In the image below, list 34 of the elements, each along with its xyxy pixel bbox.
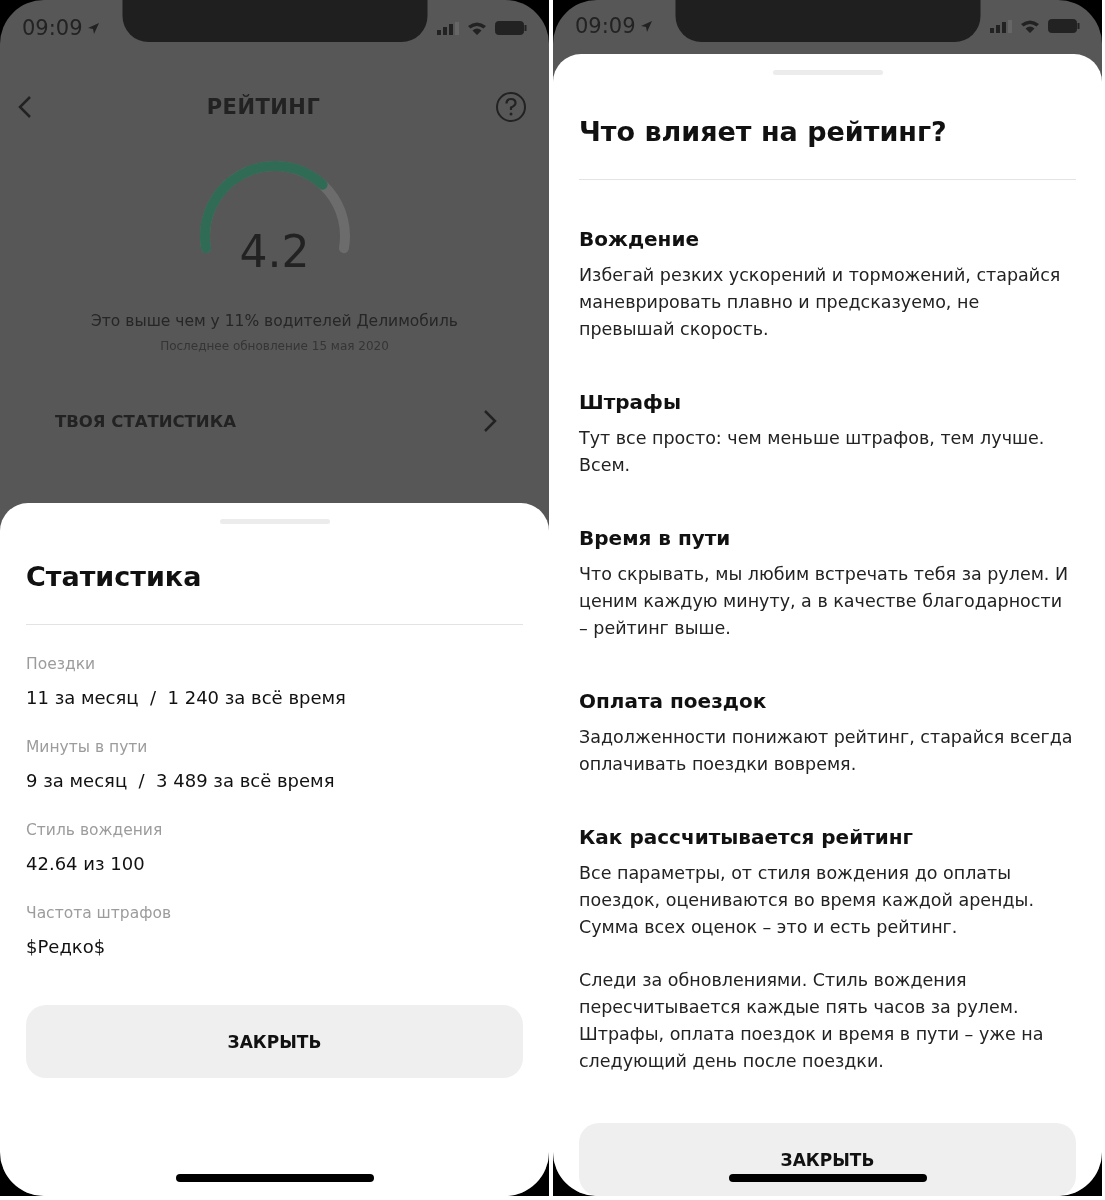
sheet-title: Статистика bbox=[26, 560, 203, 594]
section-text: Задолженности понижают рейтинг, старайся всегда оплачивать поездки вовремя. bbox=[579, 726, 1074, 776]
section-text: Избегай резких ускорений и торможений, старайся маневрировать плавно и предсказуемо, не превышай скорость. bbox=[579, 264, 1062, 341]
back-icon[interactable] bbox=[18, 95, 32, 119]
battery-icon bbox=[495, 21, 527, 35]
section-heading: Оплата поездок bbox=[579, 688, 768, 714]
stat-label: Минуты в пути bbox=[26, 738, 149, 756]
stat-label: Стиль вождения bbox=[26, 821, 164, 839]
sheet-title: Что влияет на рейтинг? bbox=[579, 115, 948, 149]
section-heading: Вождение bbox=[579, 226, 700, 252]
section-heading: Время в пути bbox=[579, 525, 732, 551]
chevron-icon bbox=[483, 409, 497, 433]
stat-label: Частота штрафов bbox=[26, 904, 173, 922]
section-heading: Как рассчитывается рейтинг bbox=[579, 824, 915, 850]
section-text: Следи за обновлениями. Стиль вождения пересчитывается каждые пять часов за рулем. Штрафы, оплата поездок и время в пути – уже на следующий день после поездки. bbox=[579, 969, 1045, 1073]
signal-icon bbox=[990, 19, 1012, 33]
stat-value: 42.64 из 100 bbox=[26, 853, 146, 874]
location-arrow-icon bbox=[639, 19, 653, 33]
section-text: Тут все просто: чем меньше штрафов, тем лучше. Всем. bbox=[579, 427, 1046, 477]
help-icon[interactable] bbox=[495, 91, 527, 123]
location-arrow-icon bbox=[86, 21, 100, 35]
wifi-icon bbox=[1020, 19, 1040, 33]
close-button[interactable]: ЗАКРЫТЬ bbox=[579, 1123, 1076, 1196]
section-heading: Штрафы bbox=[579, 389, 683, 415]
wifi-icon bbox=[467, 21, 487, 35]
section-text: Все параметры, от стиля вождения до оплаты поездок, оцениваются во время каждой аренды. Сумма всех оценок – это и есть рейтинг. bbox=[579, 862, 1035, 939]
stat-value: 11 за месяц / 1 240 за всё время bbox=[26, 687, 347, 708]
close-button[interactable]: ЗАКРЫТЬ bbox=[26, 1005, 523, 1078]
stat-label: Поездки bbox=[26, 655, 97, 673]
battery-icon bbox=[1048, 19, 1080, 33]
stat-value: 9 за месяц / 3 489 за всё время bbox=[26, 770, 336, 791]
signal-icon bbox=[437, 21, 459, 35]
stat-value: $Редко$ bbox=[26, 936, 107, 957]
section-text: Что скрывать, мы любим встречать тебя за рулем. И ценим каждую минуту, а в качестве благодарности – рейтинг выше. bbox=[579, 563, 1070, 640]
